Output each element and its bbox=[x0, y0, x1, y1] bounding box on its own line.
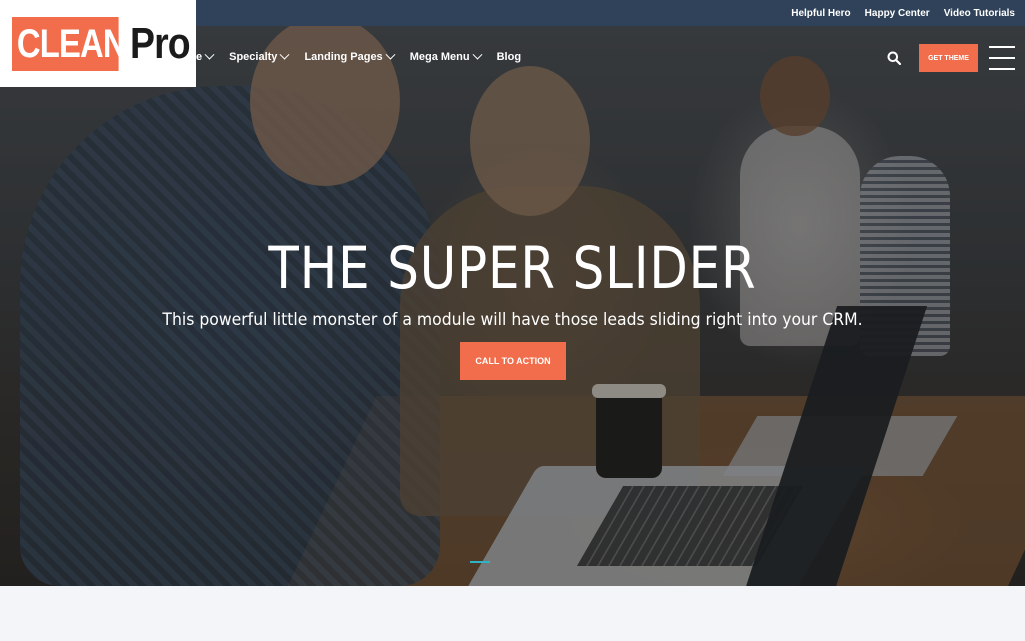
get-theme-button[interactable]: GET THEME bbox=[919, 44, 978, 72]
chevron-down-icon bbox=[204, 49, 215, 60]
site-logo[interactable]: CLEAN Pro bbox=[0, 0, 196, 87]
hero-slider bbox=[0, 26, 1025, 586]
main-nav: e Specialty Landing Pages Mega Menu Blog bbox=[196, 49, 521, 64]
below-hero-section bbox=[0, 586, 1025, 641]
slider-indicator[interactable] bbox=[470, 561, 490, 563]
hero-overlay bbox=[0, 26, 1025, 586]
utility-link-video-tutorials[interactable]: Video Tutorials bbox=[944, 8, 1015, 19]
nav-item-blog[interactable]: Blog bbox=[497, 50, 521, 64]
chevron-down-icon bbox=[472, 49, 483, 60]
hero-title: THE SUPER SLIDER bbox=[268, 234, 757, 302]
hero-subtitle: This powerful little monster of a module… bbox=[162, 310, 863, 330]
utility-link-helpful-hero[interactable]: Helpful Hero bbox=[791, 8, 850, 19]
nav-item-label: Landing Pages bbox=[304, 51, 383, 63]
nav-item-label: e bbox=[196, 51, 203, 63]
nav-item-label: Specialty bbox=[229, 51, 278, 63]
nav-item-home[interactable]: e bbox=[196, 49, 215, 64]
nav-item-landing-pages[interactable]: Landing Pages bbox=[304, 49, 396, 64]
chevron-down-icon bbox=[385, 49, 396, 60]
logo-word: Pro bbox=[130, 18, 191, 68]
logo-box-text: CLEAN bbox=[12, 16, 127, 71]
hamburger-menu-icon[interactable] bbox=[989, 46, 1015, 70]
nav-item-specialty[interactable]: Specialty bbox=[229, 49, 290, 64]
nav-item-mega-menu[interactable]: Mega Menu bbox=[409, 49, 483, 64]
nav-item-label: Blog bbox=[496, 51, 522, 63]
utility-link-happy-center[interactable]: Happy Center bbox=[865, 8, 930, 19]
chevron-down-icon bbox=[279, 49, 290, 60]
call-to-action-button[interactable]: CALL TO ACTION bbox=[460, 342, 566, 380]
search-icon[interactable] bbox=[887, 51, 901, 65]
nav-item-label: Mega Menu bbox=[409, 51, 470, 63]
